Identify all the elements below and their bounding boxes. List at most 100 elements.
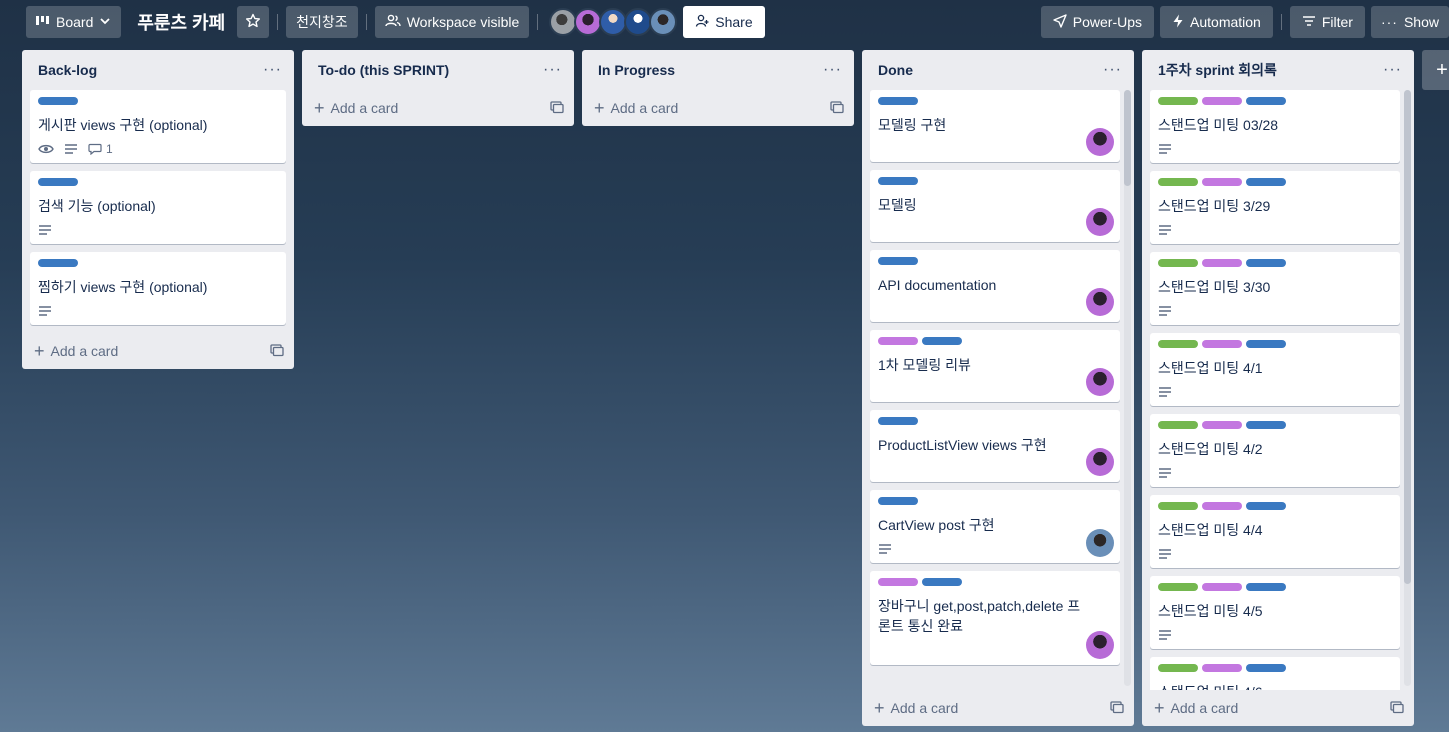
card[interactable]: 스탠드업 미팅 4/6: [1150, 657, 1400, 690]
list-menu-icon[interactable]: ···: [263, 61, 282, 79]
board-title[interactable]: 푸룬츠 카페: [121, 9, 237, 35]
star-button[interactable]: [237, 6, 270, 38]
card-labels[interactable]: [1158, 259, 1392, 267]
label-green[interactable]: [1158, 421, 1198, 429]
label-blue[interactable]: [1246, 340, 1286, 348]
label-blue[interactable]: [1246, 502, 1286, 510]
member-avatar[interactable]: [1086, 208, 1114, 236]
list-menu-icon[interactable]: ···: [1383, 61, 1402, 79]
list-menu-icon[interactable]: ···: [1103, 61, 1122, 79]
card-labels[interactable]: [878, 497, 1112, 505]
label-purple[interactable]: [1202, 421, 1242, 429]
card[interactable]: 스탠드업 미팅 3/30: [1150, 252, 1400, 325]
label-blue[interactable]: [38, 178, 78, 186]
add-card-button[interactable]: + Add a card: [302, 90, 574, 126]
label-green[interactable]: [1158, 97, 1198, 105]
label-purple[interactable]: [1202, 340, 1242, 348]
label-blue[interactable]: [878, 257, 918, 265]
avatar[interactable]: [574, 8, 603, 36]
card-labels[interactable]: [1158, 664, 1392, 672]
card-labels[interactable]: [38, 259, 278, 267]
card-labels[interactable]: [878, 417, 1112, 425]
powerups-button[interactable]: Power-Ups: [1040, 6, 1155, 38]
create-from-template-icon[interactable]: [1110, 700, 1124, 717]
card-labels[interactable]: [878, 578, 1112, 586]
card[interactable]: 게시판 views 구현 (optional) 1: [30, 90, 286, 163]
card-labels[interactable]: [878, 337, 1112, 345]
card[interactable]: 스탠드업 미팅 4/2: [1150, 414, 1400, 487]
label-blue[interactable]: [1246, 421, 1286, 429]
workspace-button[interactable]: 천지창조: [286, 6, 358, 38]
card[interactable]: 스탠드업 미팅 4/4: [1150, 495, 1400, 568]
label-green[interactable]: [1158, 583, 1198, 591]
label-blue[interactable]: [1246, 664, 1286, 672]
label-blue[interactable]: [922, 578, 962, 586]
card[interactable]: 스탠드업 미팅 03/28: [1150, 90, 1400, 163]
card-labels[interactable]: [38, 178, 278, 186]
automation-button[interactable]: Automation: [1160, 6, 1273, 38]
avatar[interactable]: [624, 8, 653, 36]
create-from-template-icon[interactable]: [550, 100, 564, 117]
label-green[interactable]: [1158, 178, 1198, 186]
card-labels[interactable]: [1158, 97, 1392, 105]
list-title[interactable]: In Progress: [598, 62, 675, 78]
scrollbar-thumb[interactable]: [1404, 90, 1411, 584]
add-list-button[interactable]: +: [1422, 50, 1449, 90]
list-scrollbar[interactable]: [1404, 90, 1411, 686]
list-menu-icon[interactable]: ···: [823, 61, 842, 79]
label-green[interactable]: [1158, 664, 1198, 672]
card-labels[interactable]: [878, 177, 1112, 185]
card[interactable]: CartView post 구현: [870, 490, 1120, 563]
label-blue[interactable]: [878, 97, 918, 105]
label-green[interactable]: [1158, 259, 1198, 267]
card-labels[interactable]: [1158, 502, 1392, 510]
filter-button[interactable]: Filter: [1289, 6, 1365, 38]
create-from-template-icon[interactable]: [1390, 700, 1404, 717]
card-labels[interactable]: [878, 257, 1112, 265]
member-avatar[interactable]: [1086, 368, 1114, 396]
visibility-button[interactable]: Workspace visible: [374, 6, 530, 38]
avatar[interactable]: [599, 8, 628, 36]
card[interactable]: 검색 기능 (optional): [30, 171, 286, 244]
label-blue[interactable]: [1246, 583, 1286, 591]
card[interactable]: API documentation: [870, 250, 1120, 322]
add-card-button[interactable]: + Add a card: [22, 333, 294, 369]
card[interactable]: 스탠드업 미팅 4/5: [1150, 576, 1400, 649]
card[interactable]: ProductListView views 구현: [870, 410, 1120, 482]
list-title[interactable]: Done: [878, 62, 913, 78]
label-blue[interactable]: [878, 177, 918, 185]
label-blue[interactable]: [878, 497, 918, 505]
label-blue[interactable]: [38, 259, 78, 267]
member-avatar[interactable]: [1086, 529, 1114, 557]
member-avatar[interactable]: [1086, 128, 1114, 156]
label-blue[interactable]: [1246, 178, 1286, 186]
label-purple[interactable]: [878, 578, 918, 586]
card[interactable]: 스탠드업 미팅 4/1: [1150, 333, 1400, 406]
list-scrollbar[interactable]: [1124, 90, 1131, 686]
label-purple[interactable]: [1202, 178, 1242, 186]
card-labels[interactable]: [1158, 178, 1392, 186]
avatar[interactable]: [649, 8, 678, 36]
list-title[interactable]: To-do (this SPRINT): [318, 62, 449, 78]
list-title[interactable]: Back-log: [38, 62, 97, 78]
card-labels[interactable]: [1158, 583, 1392, 591]
label-blue[interactable]: [922, 337, 962, 345]
card[interactable]: 장바구니 get,post,patch,delete 프론트 통신 완료: [870, 571, 1120, 665]
label-purple[interactable]: [1202, 502, 1242, 510]
card-labels[interactable]: [38, 97, 278, 105]
card[interactable]: 모델링: [870, 170, 1120, 242]
card[interactable]: 1차 모델링 리뷰: [870, 330, 1120, 402]
create-from-template-icon[interactable]: [270, 343, 284, 360]
label-purple[interactable]: [1202, 664, 1242, 672]
member-avatar[interactable]: [1086, 448, 1114, 476]
card[interactable]: 모델링 구현: [870, 90, 1120, 162]
label-purple[interactable]: [1202, 259, 1242, 267]
label-blue[interactable]: [38, 97, 78, 105]
card-scroll-area[interactable]: 모델링 구현 모델링 API documentation 1차 모델링 리뷰 P: [862, 90, 1134, 690]
label-blue[interactable]: [1246, 97, 1286, 105]
card-labels[interactable]: [878, 97, 1112, 105]
card[interactable]: 찜하기 views 구현 (optional): [30, 252, 286, 325]
list-title[interactable]: 1주차 sprint 회의록: [1158, 60, 1277, 80]
card-labels[interactable]: [1158, 340, 1392, 348]
add-card-button[interactable]: + Add a card: [1142, 690, 1414, 726]
